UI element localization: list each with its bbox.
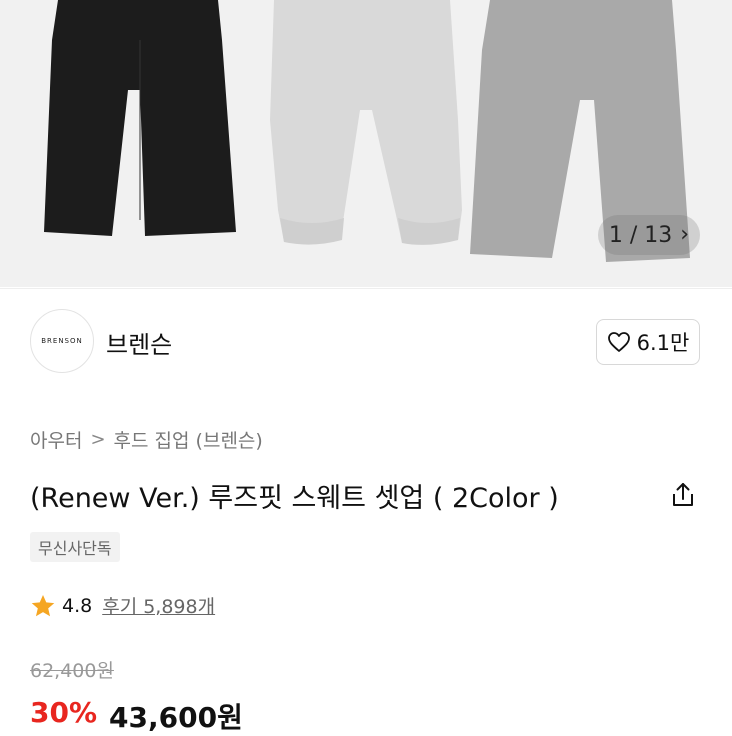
brand-row: BRENSON 브렌슨 6.1만 [0, 288, 732, 399]
original-price: 62,400원 [30, 660, 114, 682]
black-pants [44, 0, 236, 236]
brand-logo[interactable]: BRENSON [30, 309, 94, 373]
share-icon[interactable] [668, 480, 698, 510]
image-counter[interactable]: 1 / 13 › [598, 215, 700, 255]
heart-icon [607, 332, 630, 352]
like-button[interactable]: 6.1만 [596, 319, 700, 365]
star-icon [31, 594, 55, 616]
brand-name[interactable]: 브렌슨 [106, 325, 172, 360]
like-count: 6.1만 [636, 331, 690, 355]
price-row: 30% 43,600원 [30, 696, 243, 736]
sale-price: 43,600원 [109, 701, 243, 734]
product-title: (Renew Ver.) 루즈핏 스웨트 셋업 ( 2Color ) [30, 483, 559, 514]
review-link[interactable]: 후기 5,898개 [102, 592, 215, 619]
exclusive-badge-text: 무신사단독 [38, 539, 112, 558]
light-gray-pants [270, 0, 462, 245]
product-image-gallery[interactable]: 1 / 13 › [0, 0, 732, 287]
exclusive-badge: 무신사단독 [30, 532, 120, 562]
breadcrumb: 아우터 > 후드 집업 (브렌슨) [30, 426, 263, 453]
brand-logo-text: BRENSON [41, 337, 83, 345]
breadcrumb-separator: > [90, 429, 106, 450]
rating-row: 4.8 후기 5,898개 [30, 592, 215, 619]
breadcrumb-category[interactable]: 아우터 [30, 426, 82, 453]
rating-score: 4.8 [62, 594, 93, 617]
breadcrumb-subcategory[interactable]: 후드 집업 (브렌슨) [114, 426, 263, 453]
discount-rate: 30% [30, 696, 98, 729]
image-counter-text: 1 / 13 [608, 222, 673, 248]
chevron-right-icon[interactable]: › [680, 224, 689, 246]
